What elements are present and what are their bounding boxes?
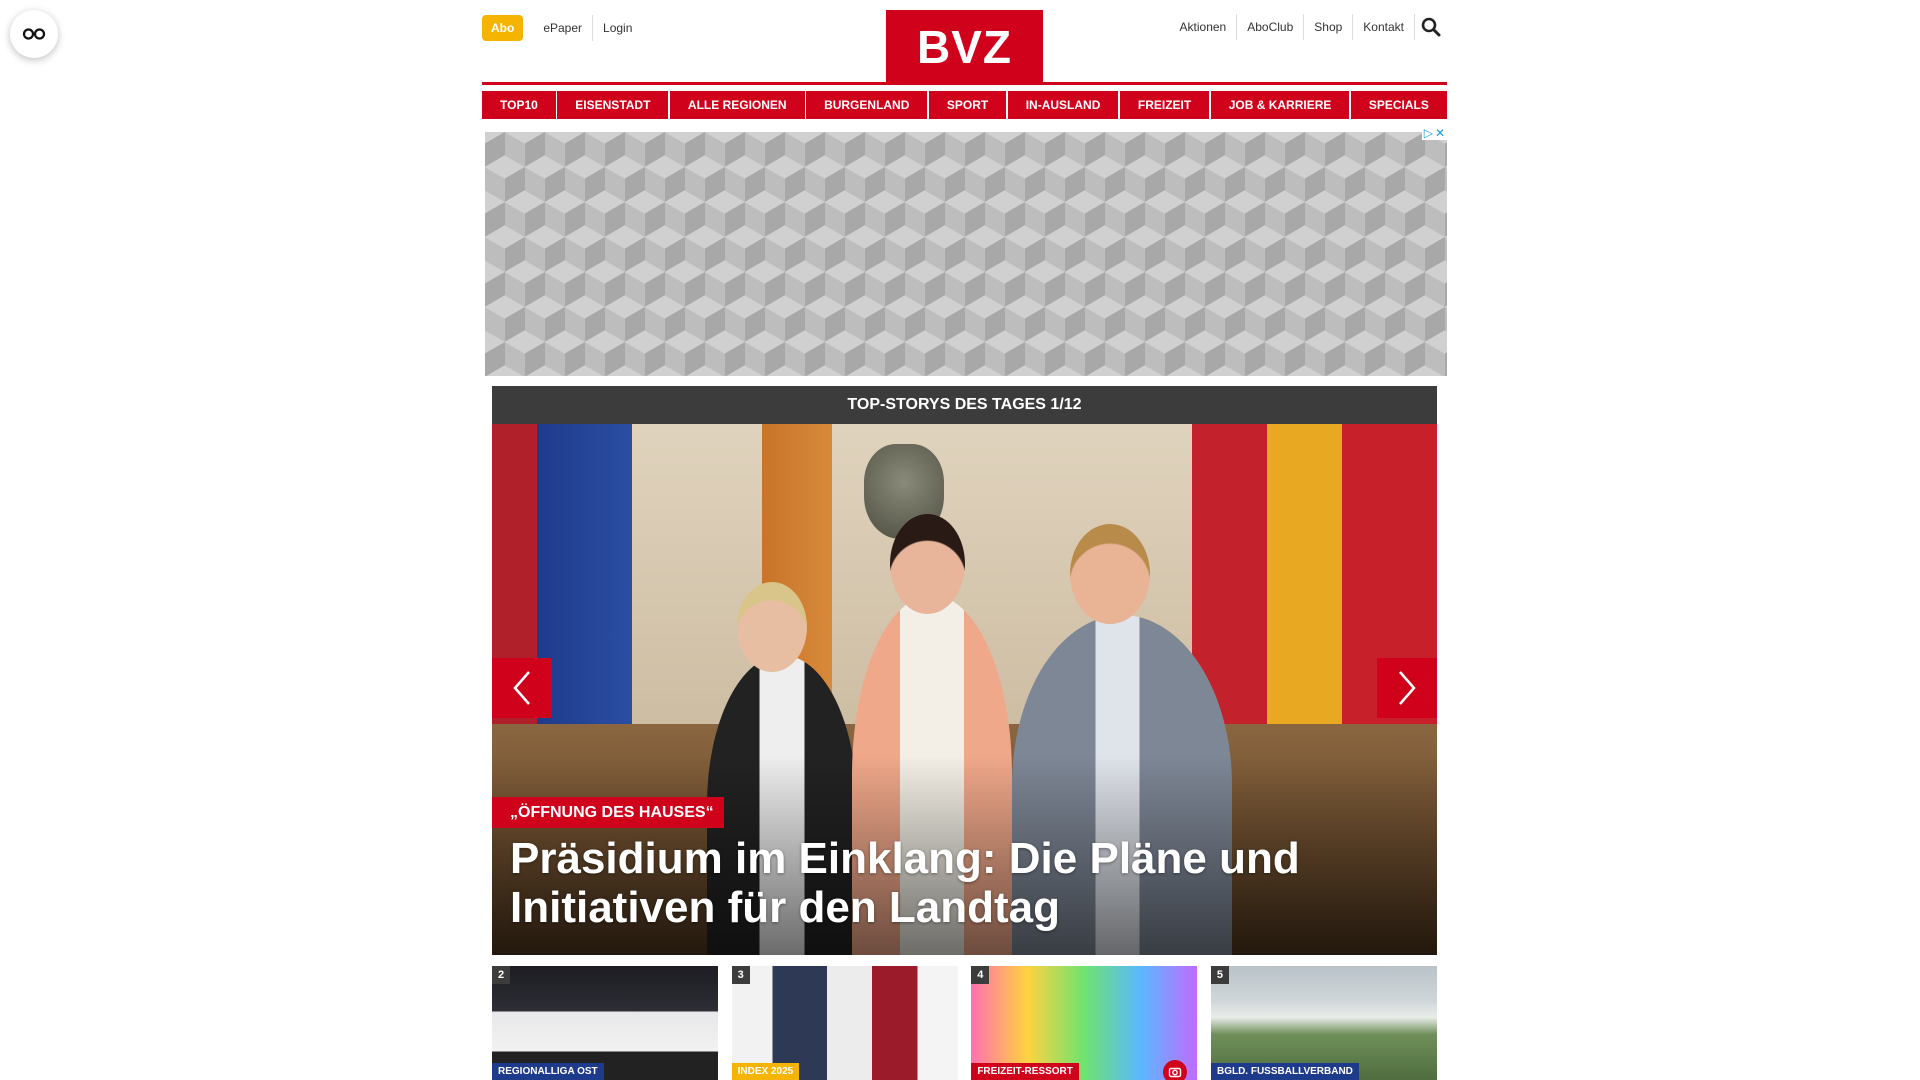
story-thumb-number: 4 [971,966,990,984]
advertisement-banner[interactable]: ▷ ✕ [485,126,1447,376]
ad-choices-icon[interactable]: ▷ [1424,126,1433,140]
story-thumb-tag: BGLD. FUSSBALLVERBAND [1210,1063,1359,1080]
login-link[interactable]: Login [593,15,642,41]
story-thumb-number: 3 [731,966,750,984]
top-stories: TOP-STORYS DES TAGES 1/12 „ÖFFNUNG DES H… [492,386,1437,955]
story-thumb-tag: FREIZEIT-RESSORT [971,1063,1079,1080]
story-thumb-3[interactable]: 3 INDEX 2025 [731,966,958,1080]
story-thumb-number: 2 [492,966,510,984]
carousel-prev-button[interactable] [492,658,552,718]
hero-story[interactable]: „ÖFFNUNG DES HAUSES“ Präsidium im Einkla… [492,424,1437,955]
site-header: Abo ePaper Login BVZ Aktionen AboClub Sh… [482,0,1447,88]
ad-close-icon[interactable]: ✕ [1435,126,1445,140]
story-thumbnails: 2 REGIONALLIGA OST 3 INDEX 2025 4 FREIZE… [492,966,1437,1080]
story-thumb-number: 5 [1210,966,1229,984]
ad-choices[interactable]: ▷ ✕ [1421,126,1447,140]
story-thumb-tag: INDEX 2025 [731,1063,800,1080]
nav-item-in-ausland[interactable]: IN-AUSLAND [1007,91,1119,119]
page: Abo ePaper Login BVZ Aktionen AboClub Sh… [0,0,1920,1080]
header-left-links: Abo ePaper Login [482,15,642,41]
site-logo[interactable]: BVZ [886,10,1043,83]
top-stories-heading: TOP-STORYS DES TAGES 1/12 [492,386,1437,424]
story-thumb-tag: REGIONALLIGA OST [492,1063,604,1080]
epaper-link[interactable]: ePaper [533,15,594,41]
chevron-right-icon [1399,671,1416,705]
header-divider [482,82,1447,85]
shop-link[interactable]: Shop [1304,14,1354,40]
story-thumb-4[interactable]: 4 FREIZEIT-RESSORT [971,966,1198,1080]
aktionen-link[interactable]: Aktionen [1170,14,1238,40]
hero-kicker[interactable]: „ÖFFNUNG DES HAUSES“ [492,797,724,828]
aboclub-link[interactable]: AboClub [1237,14,1305,40]
reader-mode-button[interactable] [10,10,58,58]
nav-item-sport[interactable]: SPORT [928,91,1007,119]
nav-item-alle-regionen[interactable]: ALLE REGIONEN [669,91,805,119]
hero-title[interactable]: Präsidium im Einklang: Die Pläne und Ini… [510,834,1390,932]
search-icon[interactable] [1415,10,1447,44]
hero-image-head-right [1070,524,1150,624]
nav-item-freizeit[interactable]: FREIZEIT [1119,91,1210,119]
carousel-next-button[interactable] [1377,658,1437,718]
header-right-links: Aktionen AboClub Shop Kontakt [1170,10,1447,44]
chevron-left-icon [513,671,530,705]
nav-item-eisenstadt[interactable]: EISENSTADT [557,91,669,119]
hero-image-flag-yellow [1267,424,1342,754]
nav-item-top10[interactable]: TOP10 [482,91,556,119]
story-thumb-2[interactable]: 2 REGIONALLIGA OST [492,966,718,1080]
kontakt-link[interactable]: Kontakt [1353,14,1415,40]
hero-image-head-middle [890,514,965,614]
main-nav: TOP10 EISENSTADT ALLE REGIONEN BURGENLAN… [482,91,1447,119]
nav-item-specials[interactable]: SPECIALS [1350,91,1447,119]
camera-icon [1163,1060,1188,1080]
hero-image-head-left [737,582,807,672]
story-thumb-5[interactable]: 5 BGLD. FUSSBALLVERBAND [1210,966,1437,1080]
nav-item-job-karriere[interactable]: JOB & KARRIERE [1210,91,1350,119]
reader-glasses-icon [22,28,46,40]
nav-item-burgenland[interactable]: BURGENLAND [806,91,928,119]
abo-button[interactable]: Abo [482,15,524,41]
